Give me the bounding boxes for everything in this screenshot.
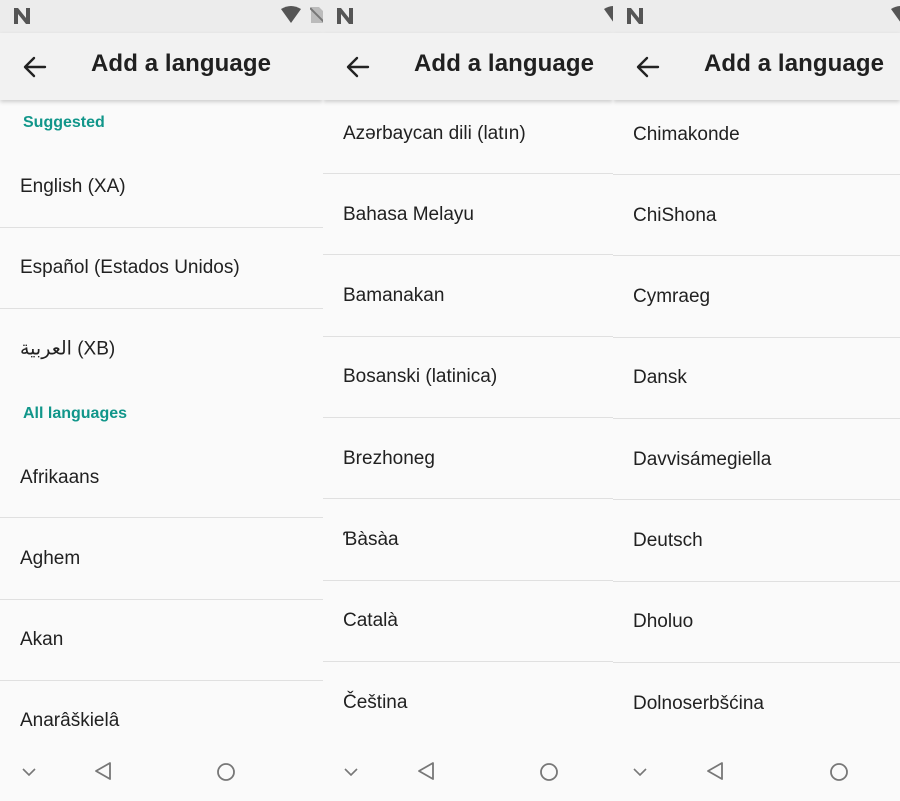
nav-back-triangle-icon	[707, 762, 723, 780]
back-arrow-icon[interactable]	[22, 54, 48, 80]
nav-back-triangle-icon	[418, 762, 434, 780]
language-label: ChiShona	[633, 204, 717, 226]
language-label: Akan	[20, 628, 64, 650]
back-arrow-icon[interactable]	[345, 54, 371, 80]
language-label: Español (Estados Unidos)	[20, 256, 240, 278]
language-item[interactable]: Cymraeg	[613, 256, 900, 337]
language-item[interactable]: Azərbaycan dili (latın)	[323, 100, 613, 174]
language-item[interactable]: Dansk	[613, 337, 900, 418]
language-item[interactable]: Bamanakan	[323, 255, 613, 336]
nav-down-button[interactable]	[621, 741, 661, 801]
language-label: Čeština	[343, 691, 408, 713]
language-item[interactable]: Anarâškielâ	[0, 680, 323, 741]
language-item[interactable]: English (XA)	[0, 146, 323, 227]
language-item[interactable]: Čeština	[323, 662, 613, 741]
language-item[interactable]: Deutsch	[613, 500, 900, 581]
language-label: Ɓàsàa	[343, 528, 399, 550]
language-item[interactable]: ‫العربية‬ (XB)	[0, 308, 323, 389]
language-label: Deutsch	[633, 529, 703, 551]
language-label: Chimakonde	[633, 123, 740, 145]
status-bar	[0, 0, 323, 33]
wifi-icon	[891, 6, 900, 22]
nav-home-button[interactable]	[819, 741, 859, 801]
screen-3: Add a language Chimakonde ChiShona Cymra…	[613, 0, 900, 801]
nav-home-button[interactable]	[529, 741, 569, 801]
language-label: Bamanakan	[343, 284, 445, 306]
navigation-bar	[0, 741, 323, 801]
language-label: ‫العربية‬ (XB)	[20, 338, 116, 359]
language-label: Azərbaycan dili (latın)	[343, 122, 526, 144]
language-label: Davvisámegiella	[633, 448, 772, 470]
wifi-icon	[604, 6, 613, 22]
language-item[interactable]: Català	[323, 580, 613, 661]
chevron-down-icon	[22, 768, 36, 776]
language-item[interactable]: Davvisámegiella	[613, 419, 900, 500]
screen-1: Add a language Suggested English (XA) Es…	[0, 0, 323, 801]
status-bar	[613, 0, 900, 33]
language-item[interactable]: Brezhoneg	[323, 418, 613, 499]
status-bar	[323, 0, 613, 33]
language-item[interactable]: Akan	[0, 599, 323, 680]
language-item[interactable]: Bahasa Melayu	[323, 174, 613, 255]
wifi-icon	[281, 6, 301, 23]
language-list[interactable]: Azərbaycan dili (latın) Bahasa Melayu Ba…	[323, 100, 613, 741]
page-title: Add a language	[91, 50, 272, 77]
nav-home-button[interactable]	[206, 741, 246, 801]
language-label: Dolnoserbšćina	[633, 692, 764, 714]
language-item[interactable]: Chimakonde	[613, 100, 900, 175]
nav-back-button[interactable]	[408, 741, 448, 801]
language-label: English (XA)	[20, 175, 126, 197]
chevron-down-icon	[633, 768, 647, 776]
nav-back-button[interactable]	[85, 741, 125, 801]
language-item[interactable]: Afrikaans	[0, 437, 323, 518]
language-label: Dansk	[633, 366, 687, 388]
language-item[interactable]: ChiShona	[613, 175, 900, 256]
language-label: Aghem	[20, 547, 81, 569]
app-bar: Add a language	[0, 33, 323, 100]
chevron-down-icon	[344, 768, 358, 776]
notification-n-icon	[337, 8, 353, 24]
app-bar: Add a language	[323, 33, 613, 100]
nav-down-button[interactable]	[10, 741, 50, 801]
screen-2: Add a language Azərbaycan dili (latın) B…	[323, 0, 613, 801]
language-item[interactable]: Ɓàsàa	[323, 499, 613, 580]
no-sim-icon	[310, 7, 323, 23]
language-label: Afrikaans	[20, 466, 100, 488]
app-bar: Add a language	[613, 33, 900, 100]
page-title: Add a language	[704, 50, 885, 77]
language-label: Anarâškielâ	[20, 709, 120, 731]
nav-home-circle-icon	[540, 763, 558, 781]
language-item[interactable]: Español (Estados Unidos)	[0, 227, 323, 308]
page-title: Add a language	[414, 50, 595, 77]
navigation-bar	[323, 741, 613, 801]
nav-down-button[interactable]	[333, 741, 373, 801]
all-languages-header: All languages	[23, 405, 128, 422]
language-label: Dholuo	[633, 610, 694, 632]
language-label: Cymraeg	[633, 285, 711, 307]
language-item[interactable]: Dholuo	[613, 581, 900, 662]
notification-n-icon	[627, 8, 643, 24]
language-list[interactable]: Chimakonde ChiShona Cymraeg Dansk Davvis…	[613, 100, 900, 741]
back-arrow-icon[interactable]	[635, 54, 661, 80]
nav-back-button[interactable]	[697, 741, 737, 801]
language-label: Bosanski (latinica)	[343, 365, 498, 387]
language-item[interactable]: Bosanski (latinica)	[323, 336, 613, 417]
suggested-header: Suggested	[23, 114, 105, 131]
nav-home-circle-icon	[830, 763, 848, 781]
navigation-bar	[613, 741, 900, 801]
language-label: Català	[343, 609, 398, 631]
nav-home-circle-icon	[217, 763, 235, 781]
language-item[interactable]: Dolnoserbšćina	[613, 663, 900, 741]
notification-n-icon	[14, 8, 30, 24]
language-item[interactable]: Aghem	[0, 518, 323, 599]
nav-back-triangle-icon	[95, 762, 111, 780]
language-label: Bahasa Melayu	[343, 203, 474, 225]
language-list[interactable]: Suggested English (XA) Español (Estados …	[0, 100, 323, 741]
language-label: Brezhoneg	[343, 447, 435, 469]
